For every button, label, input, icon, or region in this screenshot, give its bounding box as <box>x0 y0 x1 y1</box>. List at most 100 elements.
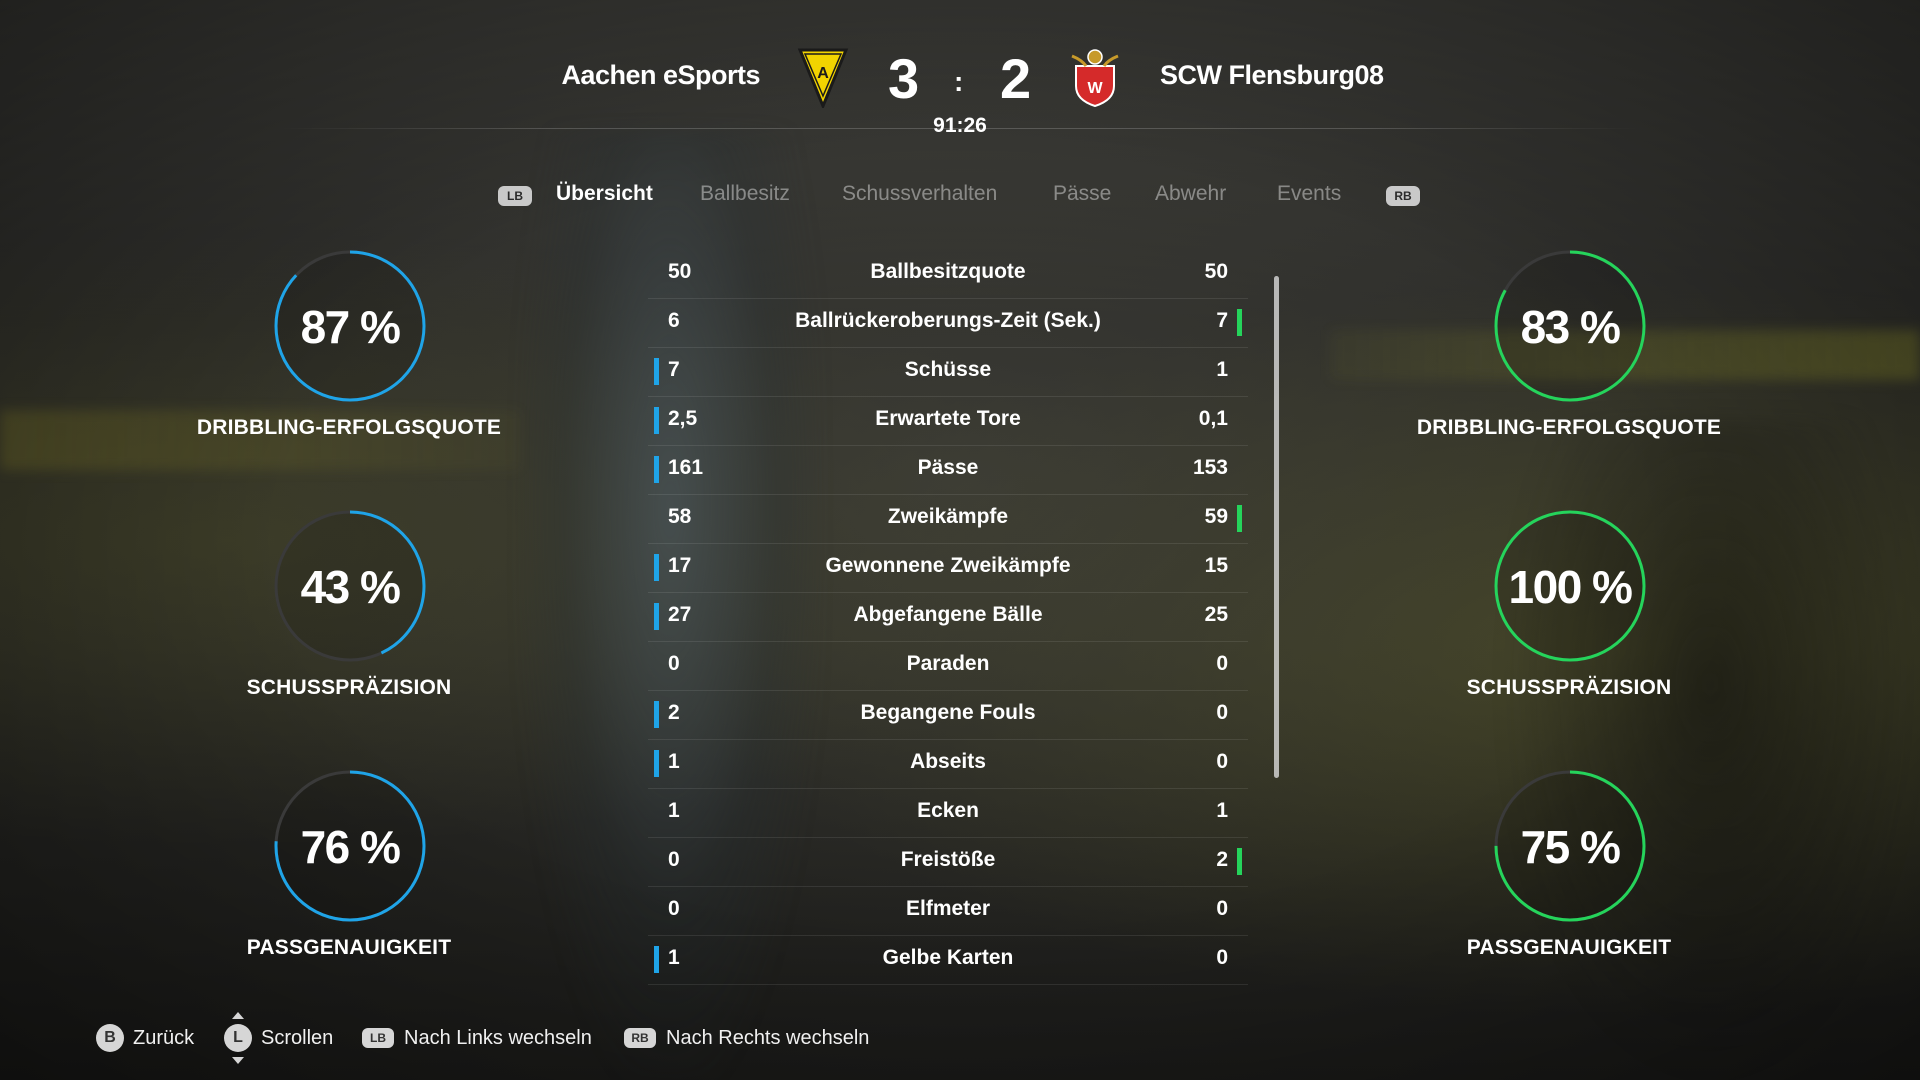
stat-row: 58 Zweikämpfe 59 <box>648 495 1248 544</box>
away-crest-letter: W <box>1087 80 1103 97</box>
stats-table: 50 Ballbesitzquote 50 6 Ballrückeroberungs-Z… <box>648 250 1248 985</box>
lb-button-icon: LB <box>362 1028 394 1048</box>
away-gauge: 100 % SCHUSSPRÄZISION <box>1399 510 1739 720</box>
away-team-crest-icon: W <box>1071 49 1119 108</box>
tab-schussverhalten[interactable]: Schussverhalten <box>842 182 997 206</box>
away-gauge-label: PASSGENAUIGKEIT <box>1466 936 1672 959</box>
stat-away-value: 59 <box>1204 505 1228 528</box>
stat-away-value: 15 <box>1204 554 1228 577</box>
score-separator: : <box>954 66 964 97</box>
home-score: 3 <box>888 47 920 110</box>
stat-away-value: 0 <box>1216 701 1228 724</box>
l-stick-button-icon: L <box>224 1024 252 1052</box>
stat-away-value: 50 <box>1204 260 1228 283</box>
left-stick-icon: L <box>224 1012 252 1064</box>
rb-button-icon: RB <box>624 1028 656 1048</box>
stat-away-value: 0 <box>1216 946 1228 969</box>
stat-label: Ecken <box>917 799 979 822</box>
stat-label: Schüsse <box>904 358 992 381</box>
stat-label: Zweikämpfe <box>887 505 1009 528</box>
home-gauge-label: PASSGENAUIGKEIT <box>246 936 452 959</box>
home-team-crest-icon: A <box>797 48 849 108</box>
away-gauge-value: 100 % <box>1508 561 1633 613</box>
away-gauge-label: SCHUSSPRÄZISION <box>1466 676 1672 699</box>
hint-back[interactable]: B Zurück <box>96 1022 194 1054</box>
home-gauge: 43 % SCHUSSPRÄZISION <box>179 510 519 720</box>
hint-switch-right[interactable]: RB Nach Rechts wechseln <box>624 1022 869 1054</box>
stat-row: 0 Freistöße 2 <box>648 838 1248 887</box>
away-team-name: SCW Flensburg08 <box>1160 60 1384 90</box>
stat-label: Freistöße <box>900 848 996 871</box>
stat-away-value: 0 <box>1216 652 1228 675</box>
stat-row: 1 Ecken 1 <box>648 789 1248 838</box>
home-gauge-value: 76 % <box>300 821 401 873</box>
away-score: 2 <box>1000 47 1032 110</box>
tab-paesse[interactable]: Pässe <box>1053 182 1111 206</box>
home-crest-letter: A <box>817 65 829 82</box>
stat-label: Paraden <box>906 652 990 675</box>
away-gauge-value: 83 % <box>1520 301 1621 353</box>
hint-scroll[interactable]: L Scrollen <box>224 1012 334 1064</box>
stat-row: 1 Gelbe Karten 0 <box>648 936 1248 985</box>
away-gauge: 83 % DRIBBLING-ERFOLGSQUOTE <box>1399 250 1739 460</box>
stat-label: Abseits <box>910 750 986 773</box>
away-gauge: 75 % PASSGENAUIGKEIT <box>1399 770 1739 980</box>
tab-ballbesitz[interactable]: Ballbesitz <box>700 182 790 206</box>
stat-row: 1 Abseits 0 <box>648 740 1248 789</box>
stick-down-arrow-icon <box>232 1057 244 1064</box>
hint-switch-left-label: Nach Links wechseln <box>404 1026 592 1049</box>
home-team-name: Aachen eSports <box>561 60 760 90</box>
stat-row: 50 Ballbesitzquote 50 <box>648 250 1248 299</box>
stat-label: Elfmeter <box>905 897 991 920</box>
stat-row: 2 Begangene Fouls 0 <box>648 691 1248 740</box>
tab-uebersicht[interactable]: Übersicht <box>556 182 653 206</box>
stat-row: 7 Schüsse 1 <box>648 348 1248 397</box>
stat-away-value: 1 <box>1216 799 1228 822</box>
stat-row: 6 Ballrückeroberungs-Zeit (Sek.) 7 <box>648 299 1248 348</box>
home-gauge-label: SCHUSSPRÄZISION <box>246 676 452 699</box>
scoreboard: Aachen eSports A 3 : 2 W SCW Flensburg08… <box>0 40 1920 140</box>
tab-events[interactable]: Events <box>1277 182 1341 206</box>
stick-up-arrow-icon <box>232 1012 244 1019</box>
stat-label: Ballbesitzquote <box>870 260 1026 283</box>
stat-away-value: 1 <box>1216 358 1228 381</box>
header-divider <box>280 128 1640 129</box>
stat-away-value: 0 <box>1216 750 1228 773</box>
hint-switch-right-label: Nach Rechts wechseln <box>666 1026 870 1049</box>
stat-label: Pässe <box>917 456 979 479</box>
stats-scrollbar-thumb[interactable] <box>1274 276 1279 778</box>
home-gauge-label: DRIBBLING-ERFOLGSQUOTE <box>196 416 502 439</box>
stat-row: 0 Elfmeter 0 <box>648 887 1248 936</box>
stat-label: Gewonnene Zweikämpfe <box>825 554 1071 577</box>
stat-away-value: 0,1 <box>1198 407 1228 430</box>
home-gauge: 87 % DRIBBLING-ERFOLGSQUOTE <box>179 250 519 460</box>
hint-scroll-label: Scrollen <box>261 1026 334 1049</box>
home-gauge: 76 % PASSGENAUIGKEIT <box>179 770 519 980</box>
b-button-icon: B <box>96 1024 124 1052</box>
stat-away-value: 25 <box>1204 603 1228 626</box>
stat-label: Abgefangene Bälle <box>853 603 1043 626</box>
hint-switch-left[interactable]: LB Nach Links wechseln <box>362 1022 592 1054</box>
stat-row: 0 Paraden 0 <box>648 642 1248 691</box>
lb-bumper-icon[interactable]: LB <box>498 186 532 206</box>
rb-bumper-icon[interactable]: RB <box>1386 186 1420 206</box>
stat-away-value: 2 <box>1216 848 1228 871</box>
stat-label: Begangene Fouls <box>860 701 1036 724</box>
stat-row: 2,5 Erwartete Tore 0,1 <box>648 397 1248 446</box>
tab-abwehr[interactable]: Abwehr <box>1155 182 1226 206</box>
controller-hints: B Zurück L Scrollen LB Nach Links wechse… <box>0 1012 1920 1064</box>
away-gauge-label: DRIBBLING-ERFOLGSQUOTE <box>1416 416 1722 439</box>
home-gauge-value: 87 % <box>300 301 401 353</box>
stat-row: 161 Pässe 153 <box>648 446 1248 495</box>
home-gauge-value: 43 % <box>300 561 401 613</box>
stat-label: Ballrückeroberungs-Zeit (Sek.) <box>795 309 1101 332</box>
stat-away-value: 0 <box>1216 897 1228 920</box>
stats-tab-bar: LB Übersicht Ballbesitz Schussverhalten … <box>0 182 1920 222</box>
stat-away-value: 7 <box>1216 309 1228 332</box>
stat-row: 17 Gewonnene Zweikämpfe 15 <box>648 544 1248 593</box>
away-gauge-value: 75 % <box>1520 821 1621 873</box>
stat-label: Erwartete Tore <box>875 407 1021 430</box>
stat-label: Gelbe Karten <box>882 946 1014 969</box>
stat-row: 27 Abgefangene Bälle 25 <box>648 593 1248 642</box>
hint-back-label: Zurück <box>133 1026 195 1049</box>
